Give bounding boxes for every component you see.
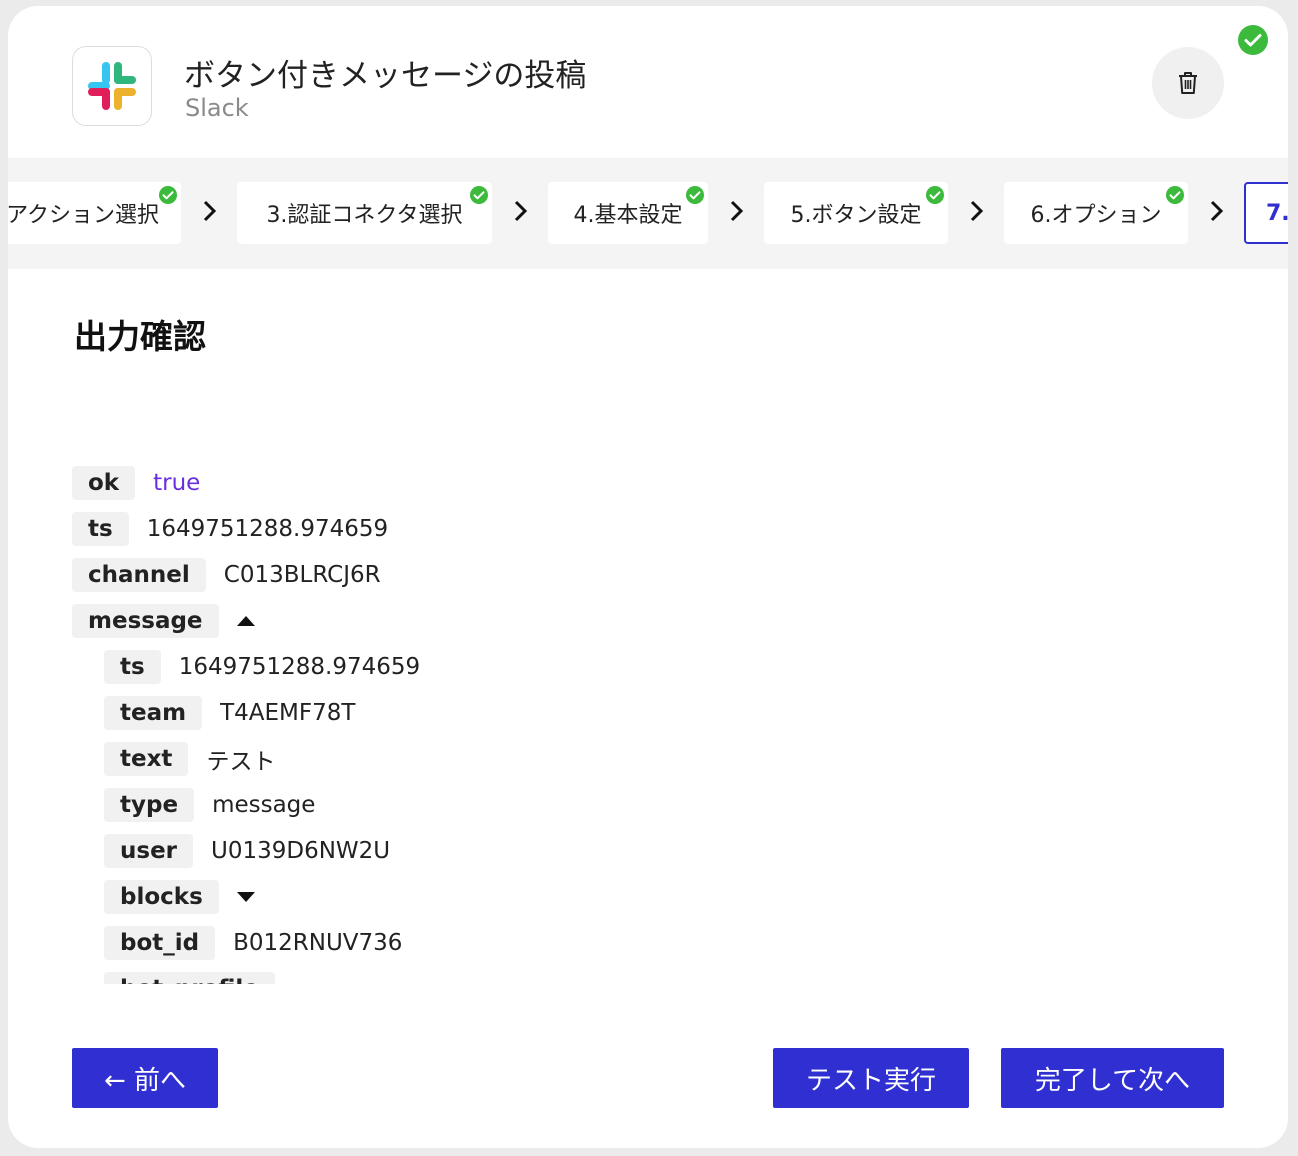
output-key: type bbox=[104, 788, 195, 822]
action-title: ボタン付きメッセージの投稿 bbox=[184, 58, 587, 94]
chevron-right-icon bbox=[1210, 200, 1224, 222]
output-row-channel: channel C013BLRCJ6R bbox=[72, 558, 381, 592]
output-key: ok bbox=[72, 466, 136, 500]
action-settings-card: ボタン付きメッセージの投稿 Slack アクション選択 3.認証コネクタ選択 4… bbox=[8, 6, 1288, 1148]
output-key: bot_profile bbox=[104, 972, 275, 984]
header: ボタン付きメッセージの投稿 Slack bbox=[8, 6, 1288, 158]
output-row-ts: ts 1649751288.974659 bbox=[72, 512, 388, 546]
output-key: message bbox=[72, 604, 219, 638]
output-row-message-blocks[interactable]: blocks bbox=[104, 880, 257, 914]
output-key: channel bbox=[72, 558, 206, 592]
test-run-button[interactable]: テスト実行 bbox=[773, 1048, 969, 1108]
section-title: 出力確認 bbox=[74, 317, 206, 356]
output-key: text bbox=[104, 742, 189, 776]
step-label: 3.認証コネクタ選択 bbox=[266, 203, 463, 228]
output-value: T4AEMF78T bbox=[220, 700, 356, 726]
output-value: 1649751288.974659 bbox=[146, 516, 389, 542]
output-key: user bbox=[104, 834, 194, 868]
output-row-message[interactable]: message bbox=[72, 604, 257, 638]
output-value: テスト bbox=[206, 749, 276, 775]
step-label: 7. bbox=[1266, 200, 1288, 226]
trash-icon bbox=[1179, 72, 1197, 94]
output-row-message-bot-id: bot_id B012RNUV736 bbox=[104, 926, 402, 960]
step-action-select[interactable]: アクション選択 bbox=[8, 182, 181, 244]
chevron-right-icon bbox=[514, 200, 528, 222]
delete-button[interactable] bbox=[1152, 47, 1224, 119]
step-label: 5.ボタン設定 bbox=[790, 203, 922, 228]
output-value: message bbox=[212, 792, 316, 818]
collapse-triangle-icon[interactable] bbox=[235, 614, 257, 628]
output-key: bot_id bbox=[104, 926, 216, 960]
expand-triangle-icon[interactable] bbox=[235, 890, 257, 904]
output-tree[interactable]: ok true ts 1649751288.974659 channel C01… bbox=[8, 446, 1288, 984]
chevron-right-icon bbox=[970, 200, 984, 222]
complete-next-button[interactable]: 完了して次へ bbox=[1001, 1048, 1224, 1108]
output-row-message-user: user U0139D6NW2U bbox=[104, 834, 390, 868]
chevron-right-icon bbox=[203, 200, 217, 222]
output-key: ts bbox=[72, 512, 129, 546]
output-value: 1649751288.974659 bbox=[178, 654, 421, 680]
output-row-message-text: text テスト bbox=[104, 742, 275, 776]
output-row-message-ts: ts 1649751288.974659 bbox=[104, 650, 420, 684]
step-label: 6.オプション bbox=[1030, 203, 1162, 228]
output-key: blocks bbox=[104, 880, 219, 914]
step-output-check[interactable]: 7. bbox=[1244, 182, 1288, 244]
output-value: U0139D6NW2U bbox=[211, 838, 391, 864]
step-label: アクション選択 bbox=[8, 203, 159, 228]
step-options[interactable]: 6.オプション bbox=[1004, 182, 1188, 244]
step-navigation: アクション選択 3.認証コネクタ選択 4.基本設定 5.ボタン設定 6.オプショ… bbox=[8, 158, 1288, 269]
check-circle-icon bbox=[470, 186, 488, 204]
step-auth-connector[interactable]: 3.認証コネクタ選択 bbox=[237, 182, 492, 244]
check-circle-icon bbox=[159, 186, 177, 204]
check-circle-icon bbox=[1166, 186, 1184, 204]
check-circle-icon bbox=[926, 186, 944, 204]
expand-triangle-icon[interactable] bbox=[291, 982, 313, 984]
output-row-message-bot-profile[interactable]: bot_profile bbox=[104, 972, 313, 984]
check-circle-icon bbox=[686, 186, 704, 204]
output-row-message-type: type message bbox=[104, 788, 315, 822]
slack-logo-icon bbox=[72, 46, 152, 126]
step-basic-settings[interactable]: 4.基本設定 bbox=[548, 182, 708, 244]
step-label: 4.基本設定 bbox=[573, 203, 683, 228]
output-value: B012RNUV736 bbox=[233, 930, 403, 956]
output-key: ts bbox=[104, 650, 161, 684]
output-row-message-team: team T4AEMF78T bbox=[104, 696, 355, 730]
prev-button[interactable]: ← 前へ bbox=[72, 1048, 218, 1108]
output-value: true bbox=[153, 470, 201, 496]
step-button-settings[interactable]: 5.ボタン設定 bbox=[764, 182, 948, 244]
chevron-right-icon bbox=[730, 200, 744, 222]
output-row-ok: ok true bbox=[72, 466, 200, 500]
check-circle-icon bbox=[1238, 25, 1268, 55]
output-value: C013BLRCJ6R bbox=[223, 562, 381, 588]
service-name: Slack bbox=[185, 94, 249, 122]
output-key: team bbox=[104, 696, 203, 730]
